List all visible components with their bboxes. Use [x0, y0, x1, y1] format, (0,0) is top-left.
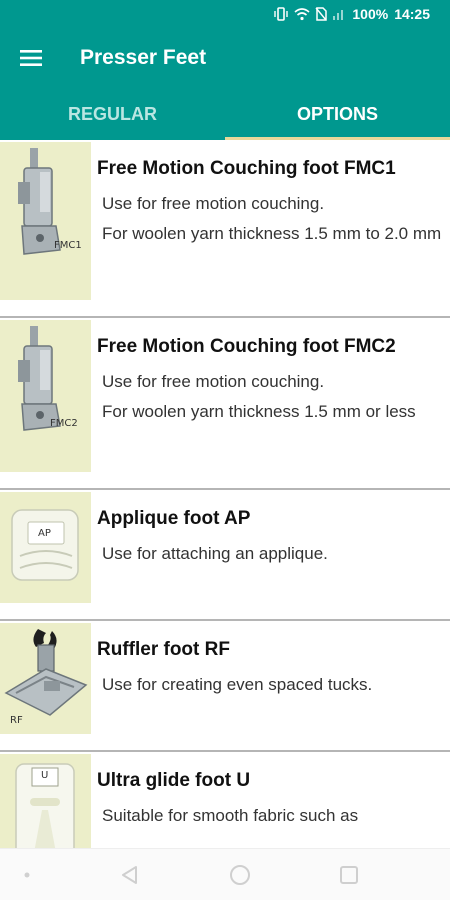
- foot-code: AP: [38, 528, 51, 539]
- home-icon[interactable]: [228, 863, 252, 887]
- item-title: Free Motion Couching foot FMC2: [97, 336, 396, 357]
- hamburger-menu-icon: [20, 50, 42, 66]
- foot-thumbnail: RF: [0, 623, 91, 734]
- foot-code: FMC1: [54, 240, 82, 251]
- item-description: Use for attaching an applique.: [102, 544, 328, 563]
- item-description: Use for free motion couching. For woolen…: [102, 372, 416, 421]
- list-item[interactable]: FMC1 Free Motion Couching foot FMC1 Use …: [0, 140, 450, 318]
- foot-thumbnail: FMC2: [0, 320, 91, 472]
- item-description: Use for free motion couching. For woolen…: [102, 194, 442, 243]
- status-bar: 100% 14:25: [0, 0, 450, 28]
- status-icons: [273, 7, 346, 21]
- presser-foot-icon: [15, 763, 75, 848]
- item-title: Ruffler foot RF: [97, 639, 230, 660]
- presser-foot-icon: [18, 148, 61, 255]
- wifi-icon: [294, 8, 310, 21]
- item-content: Ultra glide foot U Suitable for smooth f…: [91, 752, 366, 848]
- foot-thumbnail: U: [0, 754, 91, 848]
- no-sim-icon: [315, 7, 328, 21]
- list-item[interactable]: RF Ruffler foot RF Use for creating even…: [0, 621, 450, 752]
- tab-options[interactable]: OPTIONS: [225, 88, 450, 140]
- presser-feet-list: FMC1 Free Motion Couching foot FMC1 Use …: [0, 140, 450, 848]
- list-item[interactable]: AP Applique foot AP Use for attaching an…: [0, 490, 450, 621]
- item-content: Applique foot AP Use for attaching an ap…: [91, 490, 336, 619]
- tab-bar: REGULAR OPTIONS: [0, 88, 450, 140]
- foot-thumbnail: FMC1: [0, 142, 91, 300]
- recents-icon[interactable]: [338, 864, 360, 886]
- presser-foot-icon: [18, 326, 61, 431]
- page-title: Presser Feet: [80, 46, 207, 69]
- item-content: Free Motion Couching foot FMC1 Use for f…: [91, 140, 449, 316]
- foot-code: RF: [10, 715, 23, 726]
- foot-thumbnail: AP: [0, 492, 91, 603]
- navigation-bar: [0, 848, 450, 900]
- tab-regular[interactable]: REGULAR: [0, 88, 225, 140]
- foot-code: U: [41, 770, 49, 781]
- item-content: Ruffler foot RF Use for creating even sp…: [91, 621, 380, 750]
- item-description: Suitable for smooth fabric such as: [102, 806, 359, 825]
- foot-code: FMC2: [50, 418, 78, 429]
- clock: 14:25: [394, 6, 430, 22]
- list-item[interactable]: FMC2 Free Motion Couching foot FMC2 Use …: [0, 318, 450, 490]
- vibrate-icon: [274, 7, 289, 21]
- presser-foot-icon: [11, 509, 79, 581]
- back-icon[interactable]: [118, 863, 142, 887]
- item-title: Ultra glide foot U: [97, 770, 251, 791]
- item-title: Applique foot AP: [97, 508, 251, 529]
- menu-button[interactable]: [0, 28, 62, 88]
- signal-icon: [333, 10, 344, 20]
- item-description: Use for creating even spaced tucks.: [102, 675, 373, 694]
- list-item[interactable]: U Ultra glide foot U Suitable for smooth…: [0, 752, 450, 848]
- item-content: Free Motion Couching foot FMC2 Use for f…: [91, 318, 424, 488]
- app-bar: Presser Feet: [0, 28, 450, 88]
- dot-icon: [24, 872, 30, 877]
- item-title: Free Motion Couching foot FMC1: [97, 158, 396, 179]
- battery-level: 100%: [352, 6, 389, 22]
